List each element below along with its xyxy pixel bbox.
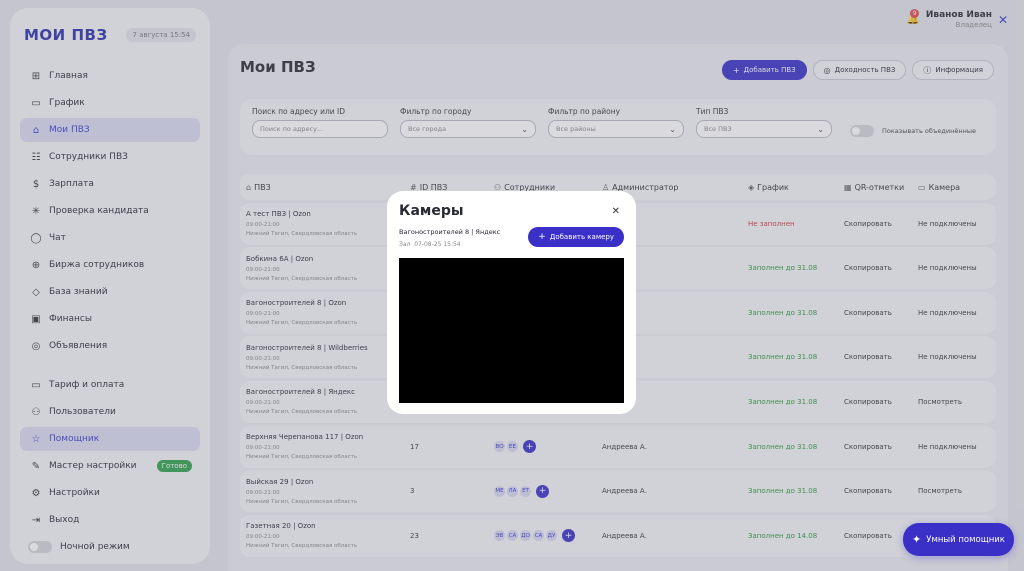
cameras-modal: Камеры ✕ Вагоностроителей 8 | Яндекс Зал… bbox=[387, 191, 636, 414]
close-icon[interactable]: ✕ bbox=[612, 206, 620, 217]
camera-video[interactable] bbox=[399, 258, 624, 403]
smart-assistant-button[interactable]: ✦ Умный помощник bbox=[903, 523, 1014, 556]
modal-hall: Зал 07-08-25 15:54 bbox=[399, 241, 461, 248]
plus-icon: + bbox=[538, 232, 546, 242]
sparkle-icon: ✦ bbox=[912, 533, 922, 546]
add-camera-button[interactable]: + Добавить камеру bbox=[528, 227, 624, 247]
modal-pvz-name: Вагоностроителей 8 | Яндекс bbox=[399, 228, 501, 236]
modal-title: Камеры bbox=[399, 203, 464, 219]
